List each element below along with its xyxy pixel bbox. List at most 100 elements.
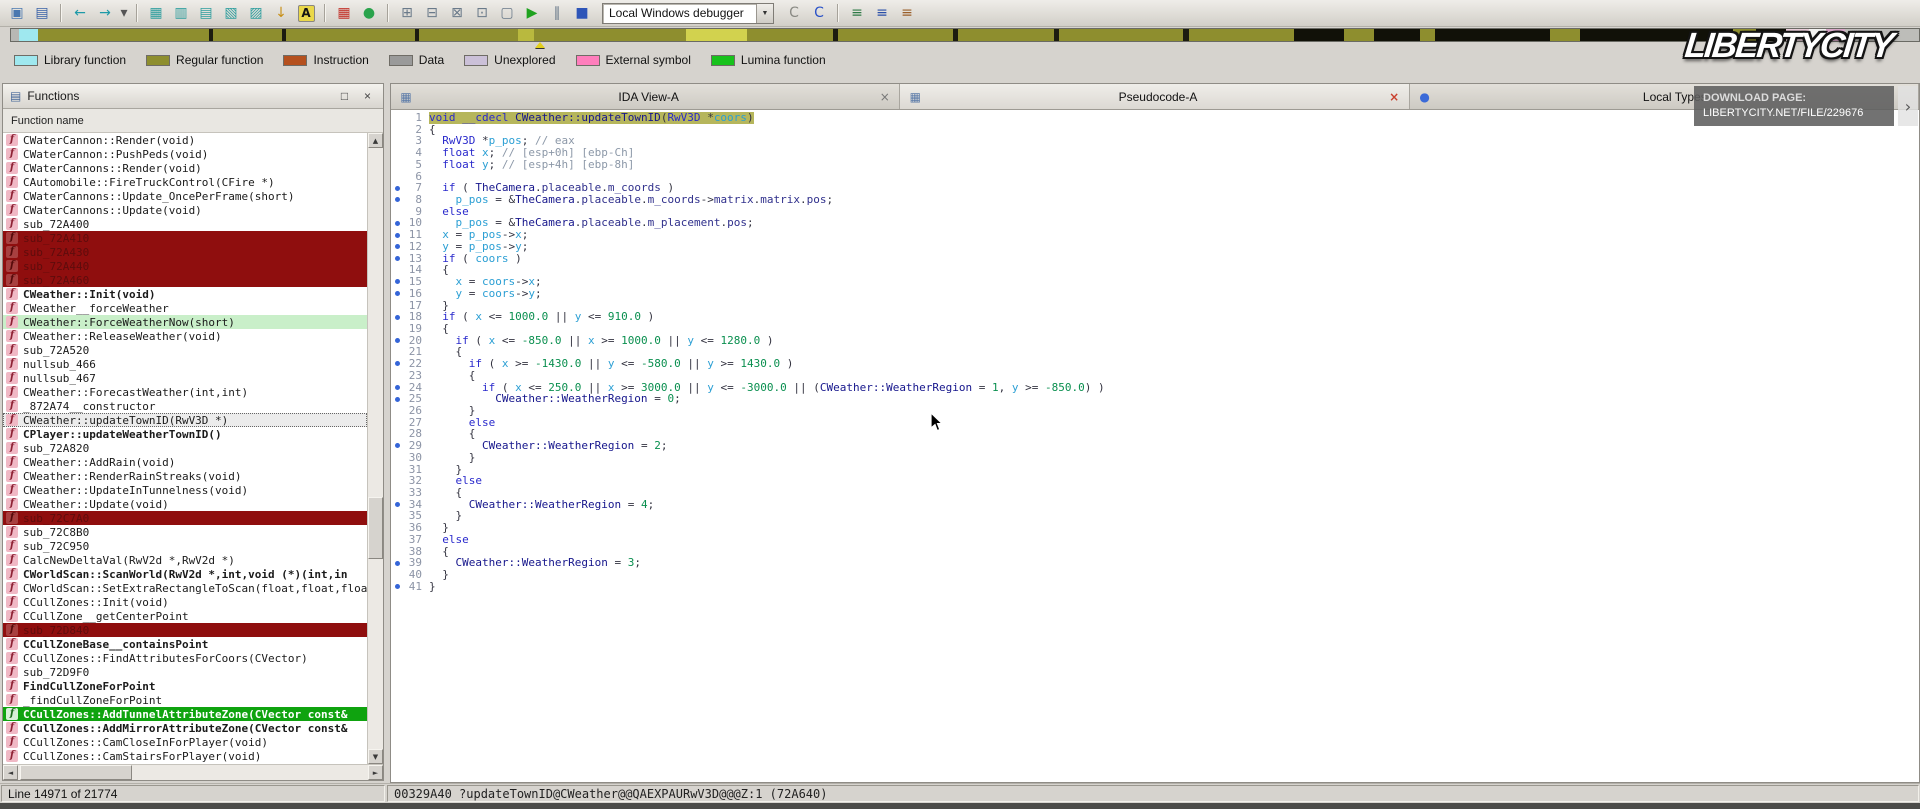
code-line[interactable]: 8 p_pos = &TheCamera.placeable.m_coords-… [391, 194, 1919, 206]
functions-vertical-scrollbar[interactable]: ▲ ▼ [367, 133, 383, 764]
function-row[interactable]: fCWeather::Init(void) [3, 287, 367, 301]
function-row[interactable]: fCWaterCannons::Update_OncePerFrame(shor… [3, 189, 367, 203]
code-line[interactable]: 1void __cdecl CWeather::updateTownID(RwV… [391, 112, 1919, 124]
code-line[interactable]: 16 y = coors->y; [391, 288, 1919, 300]
code-line[interactable]: 32 else [391, 475, 1919, 487]
imports-icon[interactable]: ▧ [219, 2, 243, 24]
function-row[interactable]: fCCullZones::AddTunnelAttributeZone(CVec… [3, 707, 367, 721]
registers-icon[interactable]: ⊟ [420, 2, 444, 24]
float-window-icon[interactable]: □ [336, 88, 353, 105]
function-row[interactable]: fsub_72A820 [3, 441, 367, 455]
close-icon[interactable]: × [359, 88, 376, 105]
modules-icon[interactable]: ▢ [495, 2, 519, 24]
code-line[interactable]: 26 } [391, 405, 1919, 417]
function-row[interactable]: fCCullZoneBase__containsPoint [3, 637, 367, 651]
vertical-scroll-thumb[interactable] [368, 497, 383, 559]
functions-panel-titlebar[interactable]: ▤ Functions □ × [3, 84, 383, 109]
watermark-next-icon[interactable]: › [1898, 86, 1918, 126]
code-line[interactable]: 15 x = coors->x; [391, 276, 1919, 288]
hex-view-icon[interactable]: ▥ [169, 2, 193, 24]
function-row[interactable]: fsub_72A430 [3, 245, 367, 259]
code-line[interactable]: 25 CWeather::WeatherRegion = 0; [391, 393, 1919, 405]
structures-icon[interactable]: ▦ [332, 2, 356, 24]
function-row[interactable]: fsub_72A440 [3, 259, 367, 273]
code-line[interactable]: 36 } [391, 522, 1919, 534]
function-row[interactable]: fsub_72A400 [3, 217, 367, 231]
scroll-right-icon[interactable]: ► [368, 765, 383, 780]
function-row[interactable]: fsub_72D9F0 [3, 665, 367, 679]
function-row[interactable]: fCWorldScan::ScanWorld(RwV2d *,int,void … [3, 567, 367, 581]
code-line[interactable]: 30 } [391, 452, 1919, 464]
ida-view-icon[interactable]: ▦ [144, 2, 168, 24]
function-row[interactable]: fCWaterCannons::Render(void) [3, 161, 367, 175]
threads-icon[interactable]: ⊡ [470, 2, 494, 24]
function-row[interactable]: fsub_72C7A0 [3, 511, 367, 525]
save-icon[interactable]: ▤ [30, 2, 54, 24]
tab-close-icon[interactable]: × [1387, 90, 1402, 104]
functions-column-header[interactable]: Function name [3, 109, 383, 133]
function-row[interactable]: fFindCullZoneForPoint [3, 679, 367, 693]
pause-process-icon[interactable]: ∥ [545, 2, 569, 24]
code-line[interactable]: 34 CWeather::WeatherRegion = 4; [391, 499, 1919, 511]
stack-icon[interactable]: ⊠ [445, 2, 469, 24]
enums-icon[interactable]: ● [357, 2, 381, 24]
watermark-download-box[interactable]: DOWNLOAD PAGE: LIBERTYCITY.NET/FILE/2296… [1694, 86, 1894, 126]
function-row[interactable]: fCWorldScan::SetExtraRectangleToScan(flo… [3, 581, 367, 595]
function-row[interactable]: fCAutomobile::FireTruckControl(CFire *) [3, 175, 367, 189]
functions-list-icon[interactable]: ≡ [870, 2, 894, 24]
function-row[interactable]: f_872A74__constructor [3, 399, 367, 413]
debugger-select[interactable]: Local Windows debugger▼ [602, 3, 774, 24]
function-row[interactable]: fCCullZones::CamStairsForPlayer(void) [3, 749, 367, 763]
code-line[interactable]: 40 } [391, 569, 1919, 581]
tab-ida-view-a[interactable]: ▦IDA View-A× [391, 84, 900, 109]
function-row[interactable]: fCWeather::AddRain(void) [3, 455, 367, 469]
function-row[interactable]: fCWeather::ReleaseWeather(void) [3, 329, 367, 343]
vertical-scroll-track[interactable] [368, 148, 383, 749]
function-row[interactable]: fCCullZones::CamCloseInForPlayer(void) [3, 735, 367, 749]
forward-history-icon[interactable]: ▾ [118, 2, 130, 24]
function-row[interactable]: fCWeather::ForecastWeather(int,int) [3, 385, 367, 399]
problems-icon[interactable]: ≡ [895, 2, 919, 24]
scroll-down-icon[interactable]: ▼ [368, 749, 383, 764]
exports-icon[interactable]: ▤ [194, 2, 218, 24]
function-row[interactable]: fCCullZone__getCenterPoint [3, 609, 367, 623]
functions-horizontal-scrollbar[interactable]: ◄ ► [3, 764, 383, 780]
navigation-band[interactable] [10, 28, 1920, 42]
function-row[interactable]: fCalcNewDeltaVal(RwV2d *,RwV2d *) [3, 553, 367, 567]
function-row[interactable]: fsub_72C950 [3, 539, 367, 553]
function-row[interactable]: fsub_72A520 [3, 343, 367, 357]
scroll-left-icon[interactable]: ◄ [3, 765, 18, 780]
code-line[interactable]: 22 if ( x >= -1430.0 || y <= -580.0 || y… [391, 358, 1919, 370]
code-line[interactable]: 29 CWeather::WeatherRegion = 2; [391, 440, 1919, 452]
function-row[interactable]: fCCullZones::FindAttributesForCoors(CVec… [3, 651, 367, 665]
chevron-down-icon[interactable]: ▼ [756, 4, 773, 23]
start-process-icon[interactable]: ▶ [520, 2, 544, 24]
code-line[interactable]: 10 p_pos = &TheCamera.placeable.m_placem… [391, 217, 1919, 229]
function-row[interactable]: fCWeather::Update(void) [3, 497, 367, 511]
horizontal-scroll-track[interactable] [18, 765, 368, 780]
code-line[interactable]: 39 CWeather::WeatherRegion = 3; [391, 557, 1919, 569]
stop-process-icon[interactable]: ■ [570, 2, 594, 24]
names-icon[interactable]: ▨ [244, 2, 268, 24]
pseudocode-view[interactable]: 1void __cdecl CWeather::updateTownID(RwV… [391, 110, 1919, 782]
strings-icon[interactable]: A [294, 2, 318, 24]
function-row[interactable]: fCWaterCannon::Render(void) [3, 133, 367, 147]
new-window-icon[interactable]: ▣ [5, 2, 29, 24]
code-line[interactable]: 14 { [391, 264, 1919, 276]
function-row[interactable]: fnullsub_466 [3, 357, 367, 371]
function-row[interactable]: fCWeather::updateTownID(RwV3D *) [3, 413, 367, 427]
segments-icon[interactable]: ≡ [845, 2, 869, 24]
quick-debug-view-icon[interactable]: C [782, 2, 806, 24]
code-line[interactable]: 5 float y; // [esp+4h] [ebp-8h] [391, 159, 1919, 171]
tab-close-icon[interactable]: × [877, 90, 892, 104]
jump-address-icon[interactable]: ↓ [269, 2, 293, 24]
function-row[interactable]: fsub_72D840 [3, 623, 367, 637]
code-line[interactable]: 2{ [391, 124, 1919, 136]
function-row[interactable]: fCPlayer::updateWeatherTownID() [3, 427, 367, 441]
code-line[interactable]: 27 else [391, 417, 1919, 429]
function-row[interactable]: fsub_72A410 [3, 231, 367, 245]
function-row[interactable]: fsub_72A460 [3, 273, 367, 287]
function-row[interactable]: fCWeather::ForceWeatherNow(short) [3, 315, 367, 329]
back-icon[interactable]: ← [68, 2, 92, 24]
function-row[interactable]: fCWaterCannon::PushPeds(void) [3, 147, 367, 161]
